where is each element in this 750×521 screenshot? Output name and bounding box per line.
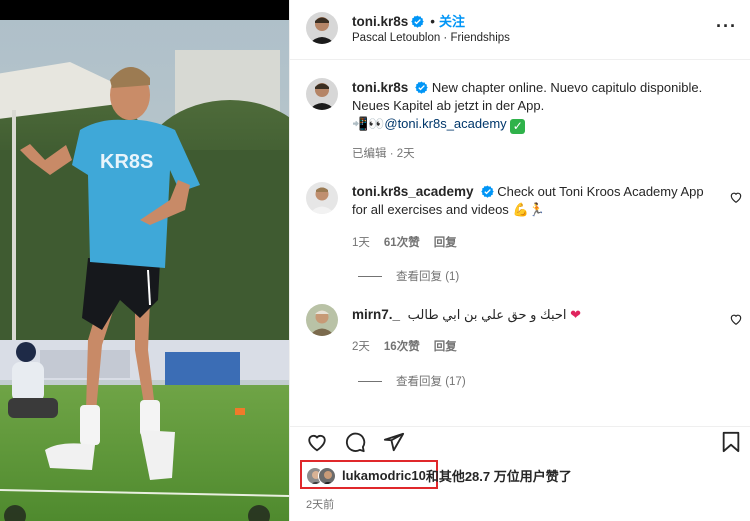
commenter-avatar[interactable]: [306, 304, 338, 336]
more-options-button[interactable]: ···: [716, 16, 737, 37]
comment-text: mirn7._ احبك و حق علي بن ابي طالب ❤: [352, 306, 722, 325]
comment-meta: 2天 16次赞 回复: [352, 338, 471, 354]
view-replies-label: 查看回复 (1): [396, 271, 460, 283]
author-username[interactable]: toni.kr8s: [352, 14, 408, 29]
verified-badge-icon: [415, 81, 429, 94]
author-line: toni.kr8s • 关注: [352, 11, 465, 30]
bookmark-icon[interactable]: [721, 431, 741, 453]
caption-author-avatar[interactable]: [306, 78, 338, 110]
view-replies-label: 查看回复 (17): [396, 376, 466, 388]
liker-username[interactable]: lukamodric10: [342, 468, 426, 483]
comment-likes-count[interactable]: 61次赞: [384, 237, 420, 249]
check-mark-emoji: ✓: [510, 119, 526, 134]
player-photo: KR8S: [0, 0, 289, 521]
comment-time: 2天: [352, 341, 370, 353]
comment-likes-count[interactable]: 16次赞: [384, 341, 420, 353]
caption-meta: 已编辑 · 2天: [352, 148, 415, 160]
red-heart-emoji: ❤: [570, 308, 582, 323]
post-photo[interactable]: KR8S: [0, 0, 289, 521]
commenter-username[interactable]: mirn7._: [352, 307, 400, 322]
caption-text: toni.kr8s New chapter online. Nuevo capi…: [352, 79, 722, 134]
liker-avatar: [318, 466, 336, 485]
follow-button[interactable]: 关注: [439, 14, 465, 29]
heart-icon[interactable]: [306, 431, 328, 453]
comment-text: toni.kr8s_academy Check out Toni Kroos A…: [352, 183, 722, 220]
post-timestamp[interactable]: 2天前: [306, 496, 334, 512]
post-action-bar: [290, 426, 750, 454]
caption-line-1: New chapter online. Nuevo capitulo dispo…: [431, 80, 703, 95]
post-side-panel: toni.kr8s • 关注 Pascal Letoublon · Friendsh…: [289, 0, 750, 521]
post-header: toni.kr8s • 关注 Pascal Letoublon · Friendsh…: [290, 0, 750, 60]
separator-dot: •: [430, 14, 436, 29]
svg-text:KR8S: KR8S: [100, 151, 153, 173]
comment-reply-button[interactable]: 回复: [434, 341, 457, 353]
comment-emoji: 💪🏃: [512, 203, 545, 218]
paper-plane-icon[interactable]: [383, 431, 405, 453]
caption-line-2: Neues Kapitel ab jetzt in der App.: [352, 98, 545, 113]
view-replies-button[interactable]: 查看回复 (17): [358, 373, 466, 389]
verified-badge-icon: [411, 15, 425, 28]
verified-badge-icon: [480, 185, 494, 198]
phone-eyes-emoji: 📲👀: [352, 117, 385, 132]
media-control-right[interactable]: [248, 505, 270, 521]
comment-like-heart-icon[interactable]: [729, 312, 743, 326]
author-avatar[interactable]: [306, 12, 338, 44]
view-replies-button[interactable]: 查看回复 (1): [358, 268, 459, 284]
comment-body: احبك و حق علي بن ابي طالب: [407, 307, 567, 322]
comment-like-heart-icon[interactable]: [729, 190, 743, 204]
audio-subtitle[interactable]: Pascal Letoublon · Friendships: [352, 32, 510, 44]
comment-time: 1天: [352, 237, 370, 249]
caption-mention-link[interactable]: @toni.kr8s_academy: [384, 116, 506, 131]
media-control-left[interactable]: [4, 505, 26, 521]
caption-author-username[interactable]: toni.kr8s: [352, 80, 408, 95]
commenter-avatar[interactable]: [306, 182, 338, 214]
comment-meta: 1天 61次赞 回复: [352, 234, 471, 250]
likes-summary[interactable]: lukamodric10和其他28.7 万位用户赞了: [306, 466, 572, 485]
comment-icon[interactable]: [344, 431, 366, 453]
replies-divider: [358, 381, 382, 383]
commenter-username[interactable]: toni.kr8s_academy: [352, 184, 474, 199]
comment-reply-button[interactable]: 回复: [434, 237, 457, 249]
replies-divider: [358, 276, 382, 278]
likes-count-text[interactable]: 和其他28.7 万位用户赞了: [426, 469, 572, 484]
